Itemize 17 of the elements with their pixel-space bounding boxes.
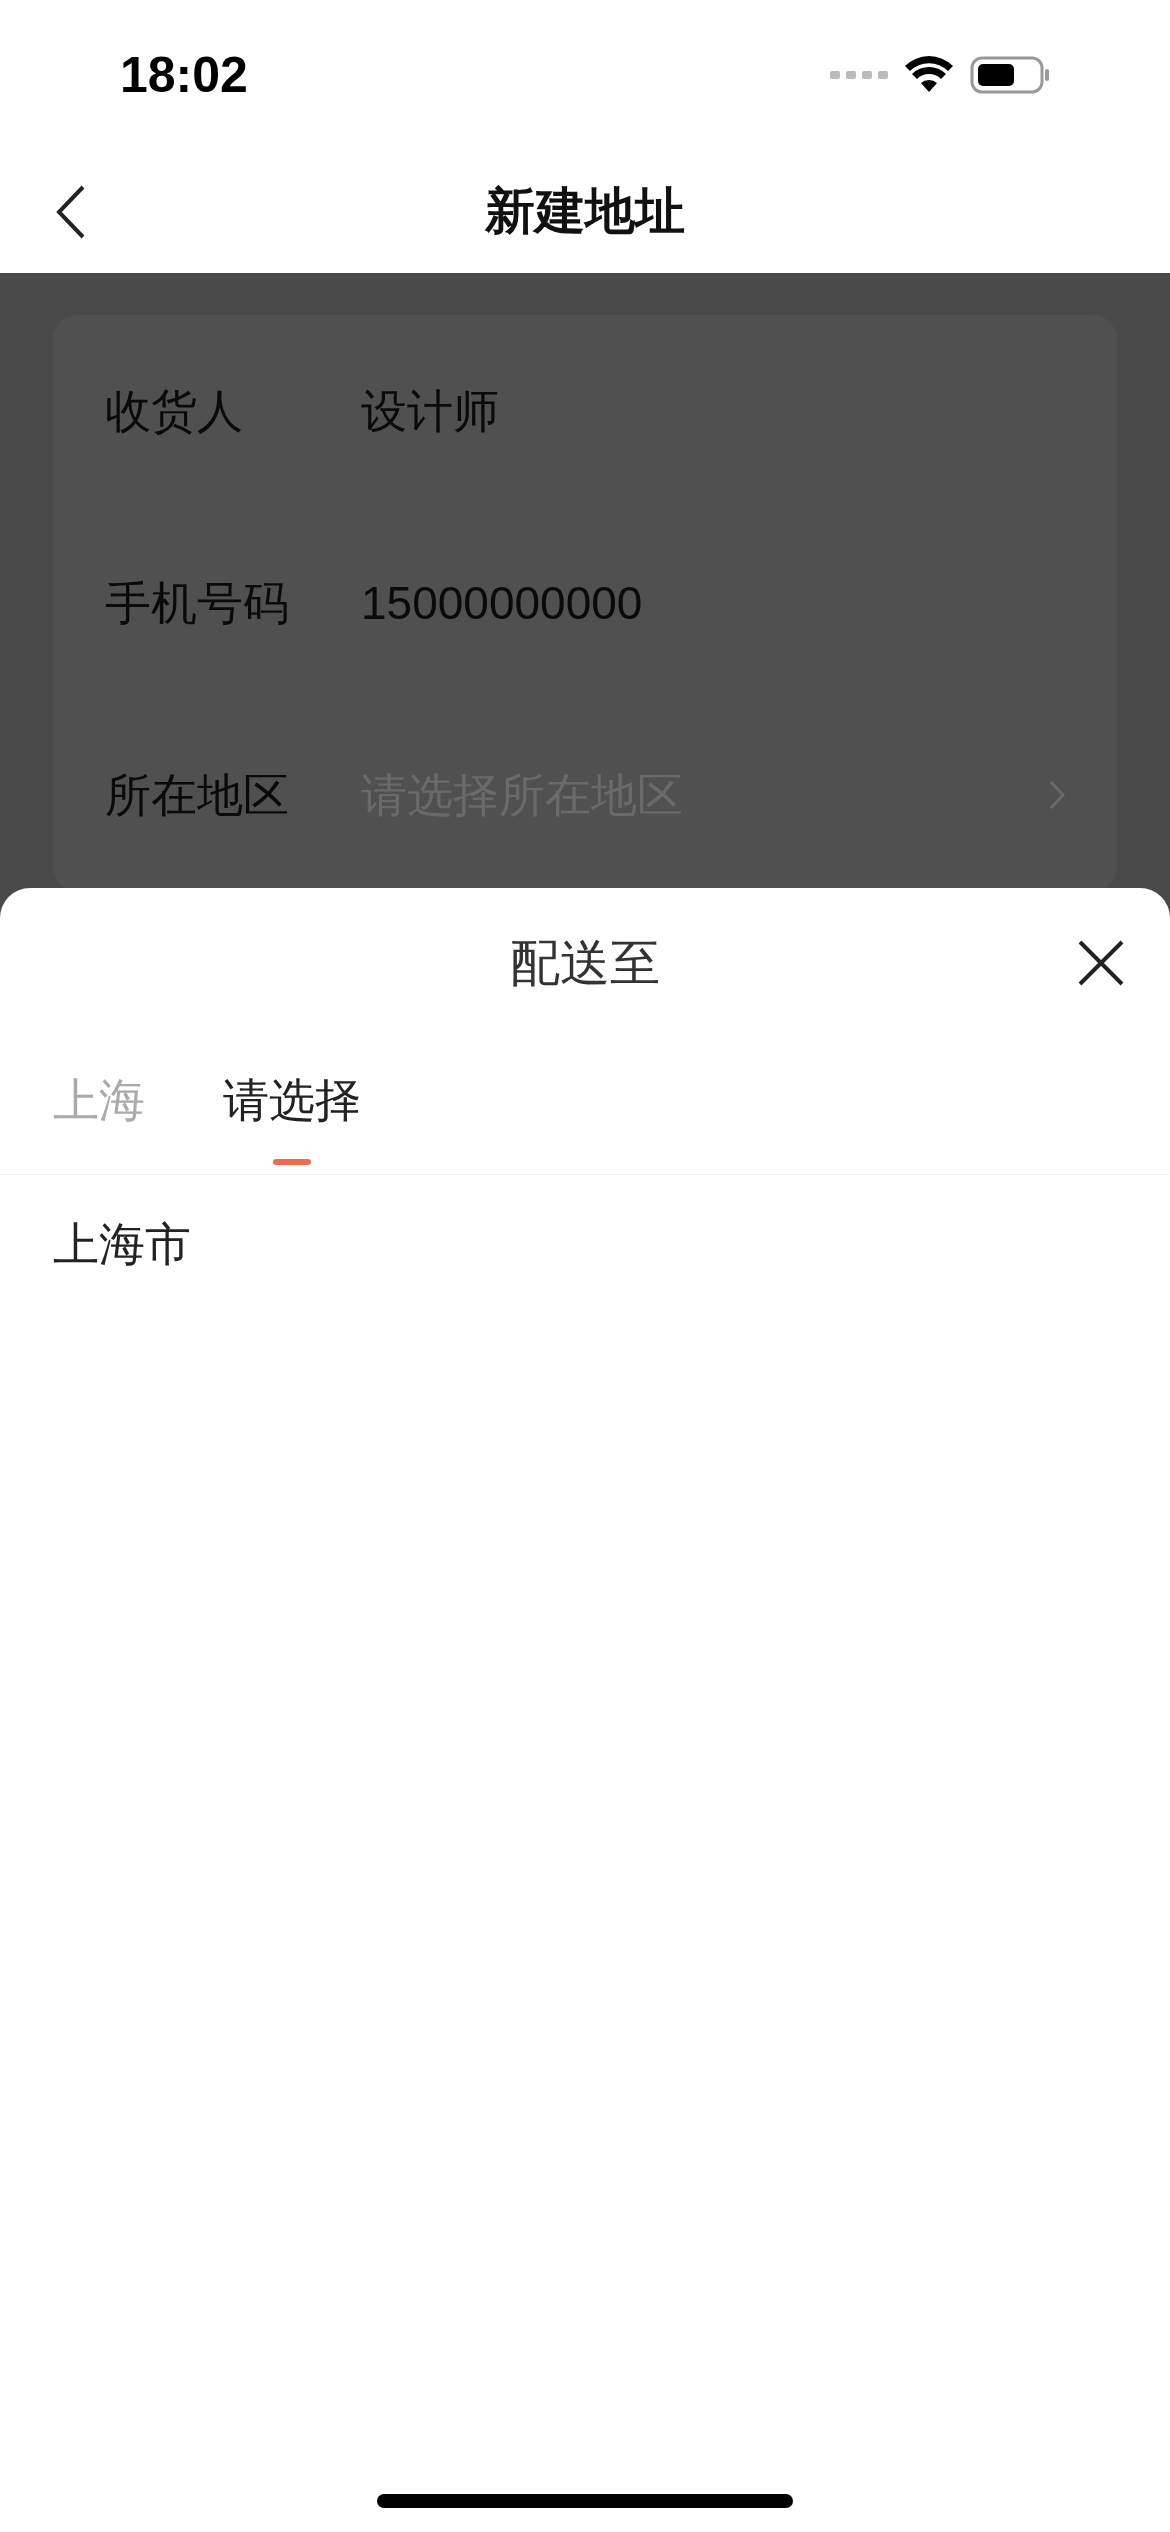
sheet-title: 配送至 (510, 933, 660, 993)
field-value[interactable]: 设计师 (361, 376, 499, 446)
region-tab[interactable]: 上海 (53, 1038, 145, 1174)
wifi-icon (904, 56, 954, 94)
field-label: 收货人 (105, 383, 244, 439)
field-label: 所在地区 (105, 767, 290, 823)
field-label: 手机号码 (105, 575, 290, 631)
page-title: 新建地址 (485, 182, 685, 241)
region-tab[interactable]: 请选择 (223, 1038, 361, 1174)
signal-icon (830, 69, 888, 81)
field-value[interactable]: 15000000000 (361, 568, 643, 638)
back-icon[interactable] (55, 183, 87, 240)
region-option[interactable]: 上海市 (0, 1175, 1170, 1279)
close-icon[interactable] (1077, 939, 1125, 987)
chevron-right-icon (1049, 780, 1065, 810)
battery-icon (970, 55, 1050, 95)
status-time: 18:02 (120, 45, 248, 105)
